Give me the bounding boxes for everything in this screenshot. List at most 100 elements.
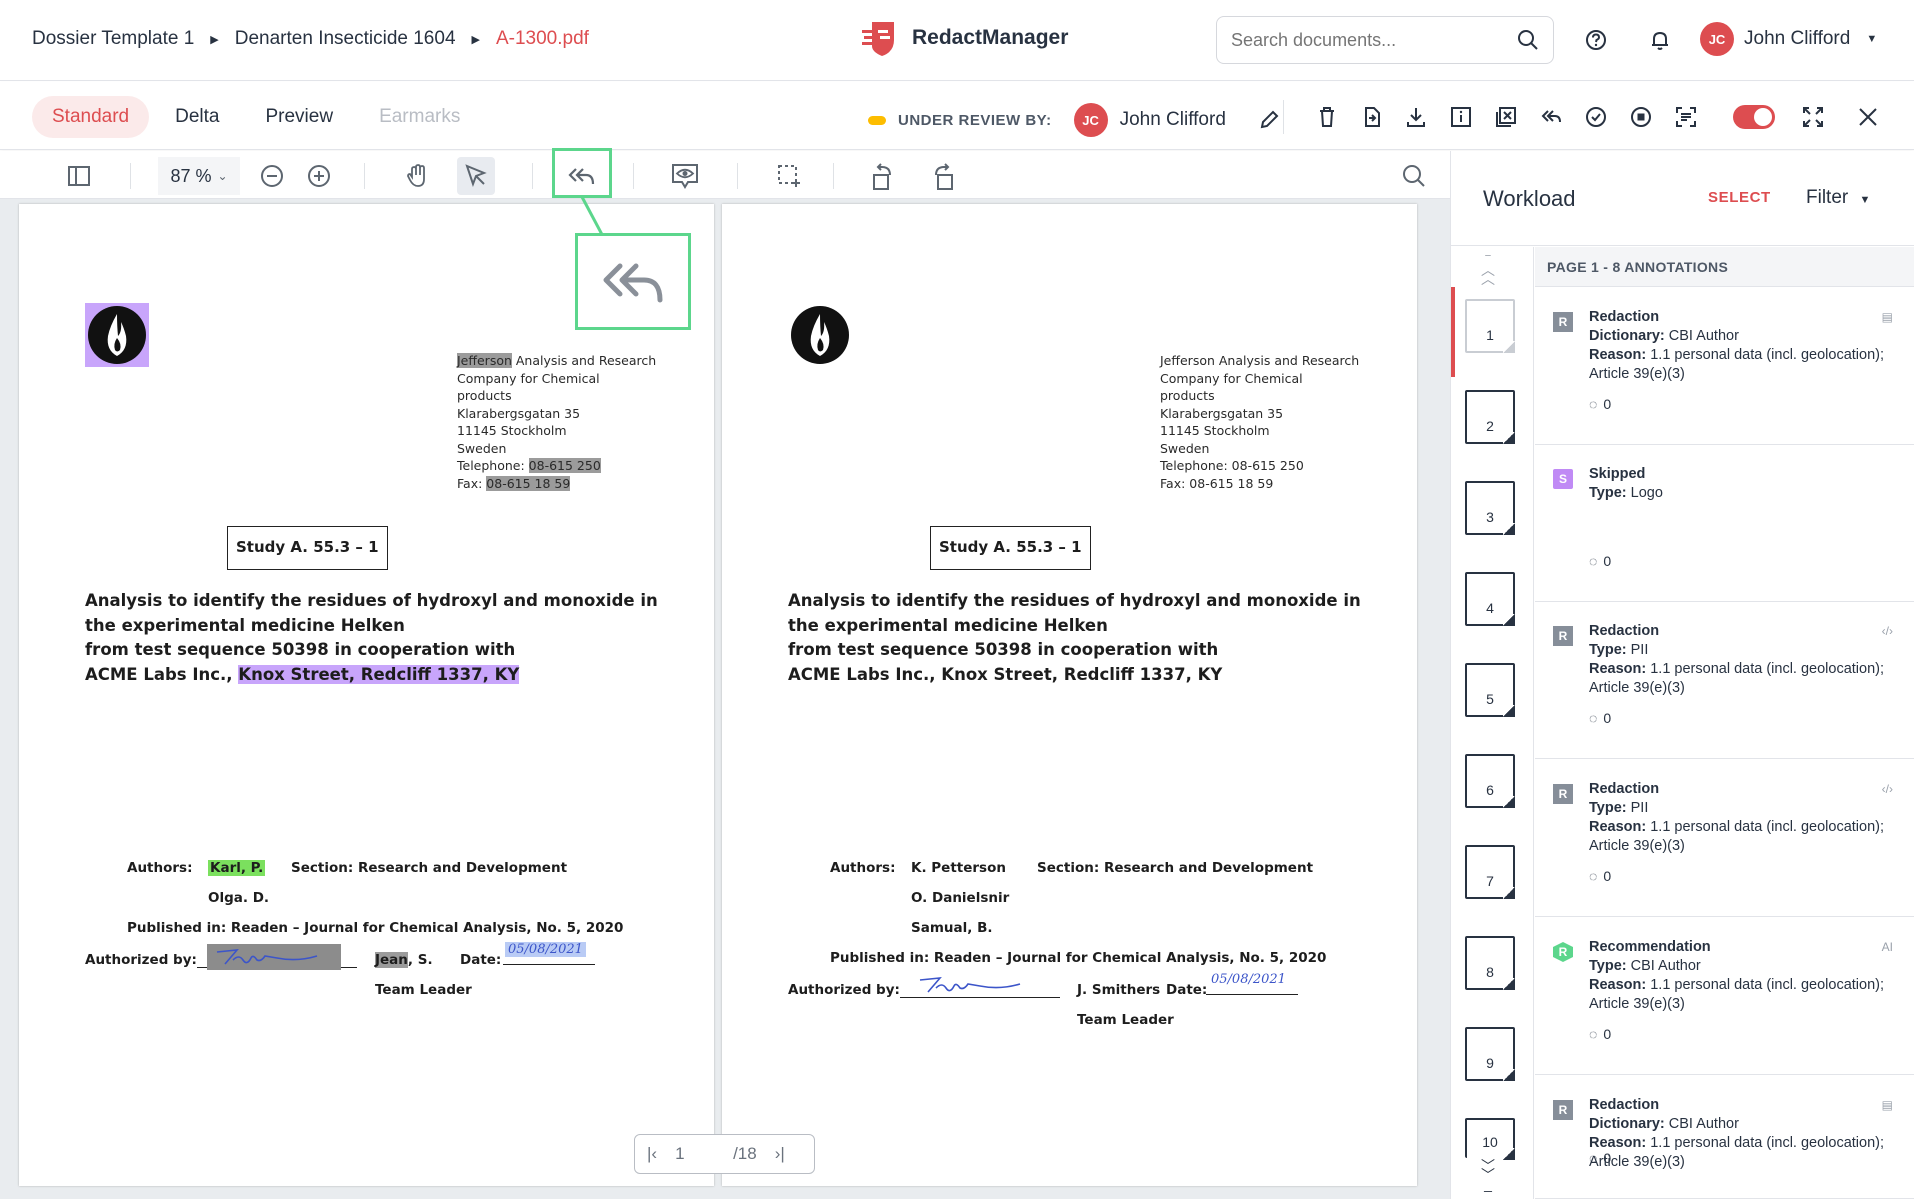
- zoom-value: 87 %: [170, 165, 212, 186]
- comments-count[interactable]: ◌ 0: [1589, 1025, 1611, 1044]
- document-title: Analysis to identify the residues of hyd…: [788, 591, 1361, 684]
- export-file-icon[interactable]: [1357, 102, 1387, 132]
- zoom-in-icon[interactable]: [300, 157, 338, 195]
- download-icon[interactable]: [1401, 102, 1431, 132]
- comments-count[interactable]: ◌ 0: [1589, 552, 1611, 571]
- page-thumbnail[interactable]: 6: [1465, 754, 1515, 808]
- signer-name: J. Smithers: [1077, 982, 1161, 998]
- filter-dropdown[interactable]: Filter ▼: [1806, 187, 1870, 209]
- document-page-original[interactable]: Jefferson Analysis and Research Company …: [722, 204, 1417, 1186]
- annotation-card[interactable]: R Redaction Dictionary: CBI Author Reason: …: [1535, 288, 1914, 445]
- page-thumbnail[interactable]: 10: [1465, 1118, 1515, 1160]
- zoom-select[interactable]: 87 % ⌄: [158, 157, 240, 195]
- page-thumbnail[interactable]: 7: [1465, 845, 1515, 899]
- author-name: O. Danielsnir: [911, 890, 1010, 906]
- rotate-right-icon[interactable]: [924, 157, 962, 195]
- reply-all-icon[interactable]: [1536, 102, 1566, 132]
- comments-count[interactable]: ◌ 0: [1589, 709, 1611, 728]
- scroll-to-top-icon[interactable]: ‾ ︿ ︿: [1481, 254, 1495, 286]
- page-thumbnail[interactable]: 4: [1465, 572, 1515, 626]
- page-number-input[interactable]: 1: [675, 1144, 715, 1164]
- annotation-detail: Dictionary: CBI Author: [1589, 328, 1739, 344]
- redacted-name[interactable]: Jefferson: [457, 353, 512, 368]
- rectangle-select-icon[interactable]: [770, 157, 808, 195]
- role-label: Team Leader: [375, 982, 472, 998]
- zoom-out-icon[interactable]: [253, 157, 291, 195]
- delete-icon[interactable]: [1312, 102, 1342, 132]
- toggle-sidebar-icon[interactable]: [60, 157, 98, 195]
- notification-bell-icon[interactable]: [1646, 26, 1674, 54]
- review-status: UNDER REVIEW BY: JC John Clifford: [868, 103, 1280, 137]
- scroll-to-bottom-icon[interactable]: ﹀ ﹀ _: [1481, 1159, 1495, 1191]
- redacted-signer[interactable]: Jean: [375, 952, 408, 968]
- date-value: 05/08/2021: [1211, 972, 1286, 987]
- recommended-author[interactable]: Karl, P.: [208, 860, 266, 876]
- redacted-address[interactable]: Knox Street, Redcliff 1337, KY: [238, 664, 520, 684]
- preview-eye-icon[interactable]: [666, 157, 704, 195]
- page-thumbnail[interactable]: 9: [1465, 1027, 1515, 1081]
- reviewer-name: John Clifford: [1119, 109, 1226, 130]
- stop-record-icon[interactable]: [1626, 102, 1656, 132]
- breadcrumb-dossier[interactable]: Denarten Insecticide 1604: [235, 28, 456, 50]
- comments-count[interactable]: ◌ 0: [1589, 867, 1611, 886]
- app-logo[interactable]: RedactManager: [860, 18, 1068, 58]
- annotation-card[interactable]: S Skipped Type: Logo ◌ 0: [1535, 445, 1914, 602]
- document-search-icon[interactable]: [1395, 157, 1433, 195]
- edit-pencil-icon[interactable]: [1258, 109, 1280, 131]
- authorized-label: Authorized by:: [85, 952, 197, 968]
- annotation-card[interactable]: R Redaction Type: PII Reason: 1.1 personal …: [1535, 602, 1914, 759]
- tab-preview[interactable]: Preview: [245, 96, 353, 138]
- fullscreen-icon[interactable]: [1798, 102, 1828, 132]
- date-value-highlight[interactable]: 05/08/2021: [505, 942, 586, 957]
- tab-standard[interactable]: Standard: [32, 96, 150, 138]
- redacted-fax[interactable]: 08-615 18 59: [486, 475, 571, 491]
- company-logo[interactable]: [85, 303, 149, 367]
- select-button[interactable]: SELECT: [1708, 189, 1771, 206]
- approve-check-icon[interactable]: [1581, 102, 1611, 132]
- annotation-card[interactable]: R Redaction Dictionary: CBI Author Reason: …: [1535, 1076, 1914, 1199]
- signature-icon: [919, 977, 1021, 993]
- page-thumbnail[interactable]: 3: [1465, 481, 1515, 535]
- pan-hand-icon[interactable]: [399, 157, 437, 195]
- help-icon[interactable]: [1582, 26, 1610, 54]
- highlight-focus-box: [552, 148, 612, 198]
- toolbar-divider: [633, 163, 634, 189]
- comments-count[interactable]: ◌ 0: [1589, 395, 1611, 414]
- annotation-type-badge: R: [1553, 942, 1573, 962]
- signature-redaction[interactable]: [207, 944, 341, 970]
- reviewer-avatar: JC: [1073, 103, 1108, 137]
- annotation-card[interactable]: R Recommendation Type: CBI Author Reason: 1…: [1535, 918, 1914, 1075]
- page-thumbnail[interactable]: 2: [1465, 390, 1515, 444]
- page-thumbnail[interactable]: 8: [1465, 936, 1515, 990]
- annotation-detail: Dictionary: CBI Author: [1589, 1116, 1739, 1132]
- page-thumbnail[interactable]: 1: [1465, 299, 1515, 353]
- comments-count[interactable]: ◌ 0: [1589, 1149, 1611, 1168]
- published-line: Published in: Readen – Journal for Chemi…: [127, 920, 624, 936]
- redaction-toggle[interactable]: [1733, 105, 1775, 129]
- user-menu[interactable]: JC John Clifford ▼: [1700, 22, 1877, 56]
- ocr-scan-icon[interactable]: [1671, 102, 1701, 132]
- first-page-icon[interactable]: |‹: [647, 1144, 657, 1164]
- close-icon[interactable]: [1853, 102, 1883, 132]
- search-input[interactable]: [1231, 29, 1517, 51]
- page-thumbnails: ‾ ︿ ︿ 1 2 3 4 5 6 7 8 9 10 ﹀ ﹀ _: [1451, 247, 1534, 1199]
- rotate-left-icon[interactable]: [864, 157, 902, 195]
- remove-redactions-icon[interactable]: [1491, 102, 1521, 132]
- last-page-icon[interactable]: ›|: [775, 1144, 785, 1164]
- flame-logo-icon: [88, 306, 146, 364]
- search-box[interactable]: [1216, 16, 1554, 64]
- annotation-source-icon: ‹/›: [1881, 782, 1893, 796]
- breadcrumb-dossier-template[interactable]: Dossier Template 1: [32, 28, 194, 50]
- info-icon[interactable]: [1446, 102, 1476, 132]
- redacted-phone[interactable]: 08-615 250: [528, 458, 601, 473]
- page-navigator[interactable]: |‹ 1 /18 ›|: [634, 1134, 815, 1174]
- annotation-card[interactable]: R Redaction Type: PII Reason: 1.1 personal …: [1535, 760, 1914, 917]
- breadcrumb-file[interactable]: A-1300.pdf: [496, 28, 589, 50]
- search-icon[interactable]: [1517, 29, 1539, 51]
- annotation-type-badge: R: [1553, 784, 1573, 804]
- select-cursor-icon[interactable]: [457, 157, 495, 195]
- document-page-annotated[interactable]: Jefferson Analysis and Research Company …: [19, 204, 714, 1186]
- author-name: Olga. D.: [208, 890, 270, 906]
- page-thumbnail[interactable]: 5: [1465, 663, 1515, 717]
- tab-delta[interactable]: Delta: [155, 96, 239, 138]
